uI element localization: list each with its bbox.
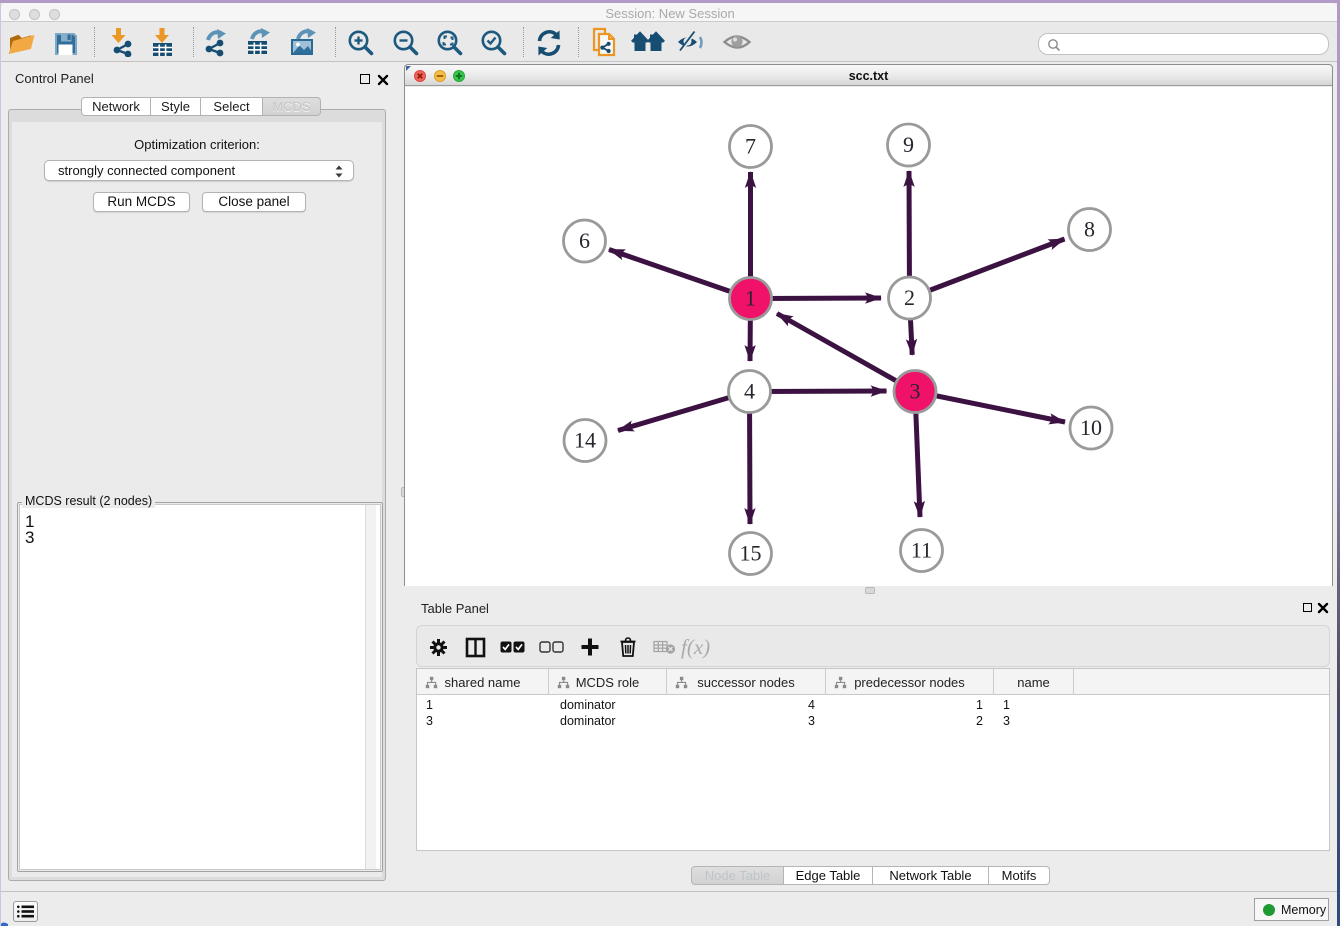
svg-text:9: 9 [903, 132, 914, 157]
svg-text:1: 1 [745, 286, 756, 311]
svg-text:7: 7 [745, 134, 756, 159]
svg-text:15: 15 [740, 541, 762, 566]
svg-text:8: 8 [1084, 217, 1095, 242]
svg-text:11: 11 [911, 538, 932, 563]
svg-text:2: 2 [904, 285, 915, 310]
svg-text:10: 10 [1080, 415, 1102, 440]
svg-text:4: 4 [744, 379, 755, 404]
svg-text:3: 3 [910, 379, 921, 404]
svg-text:6: 6 [579, 228, 590, 253]
svg-text:14: 14 [574, 428, 596, 453]
